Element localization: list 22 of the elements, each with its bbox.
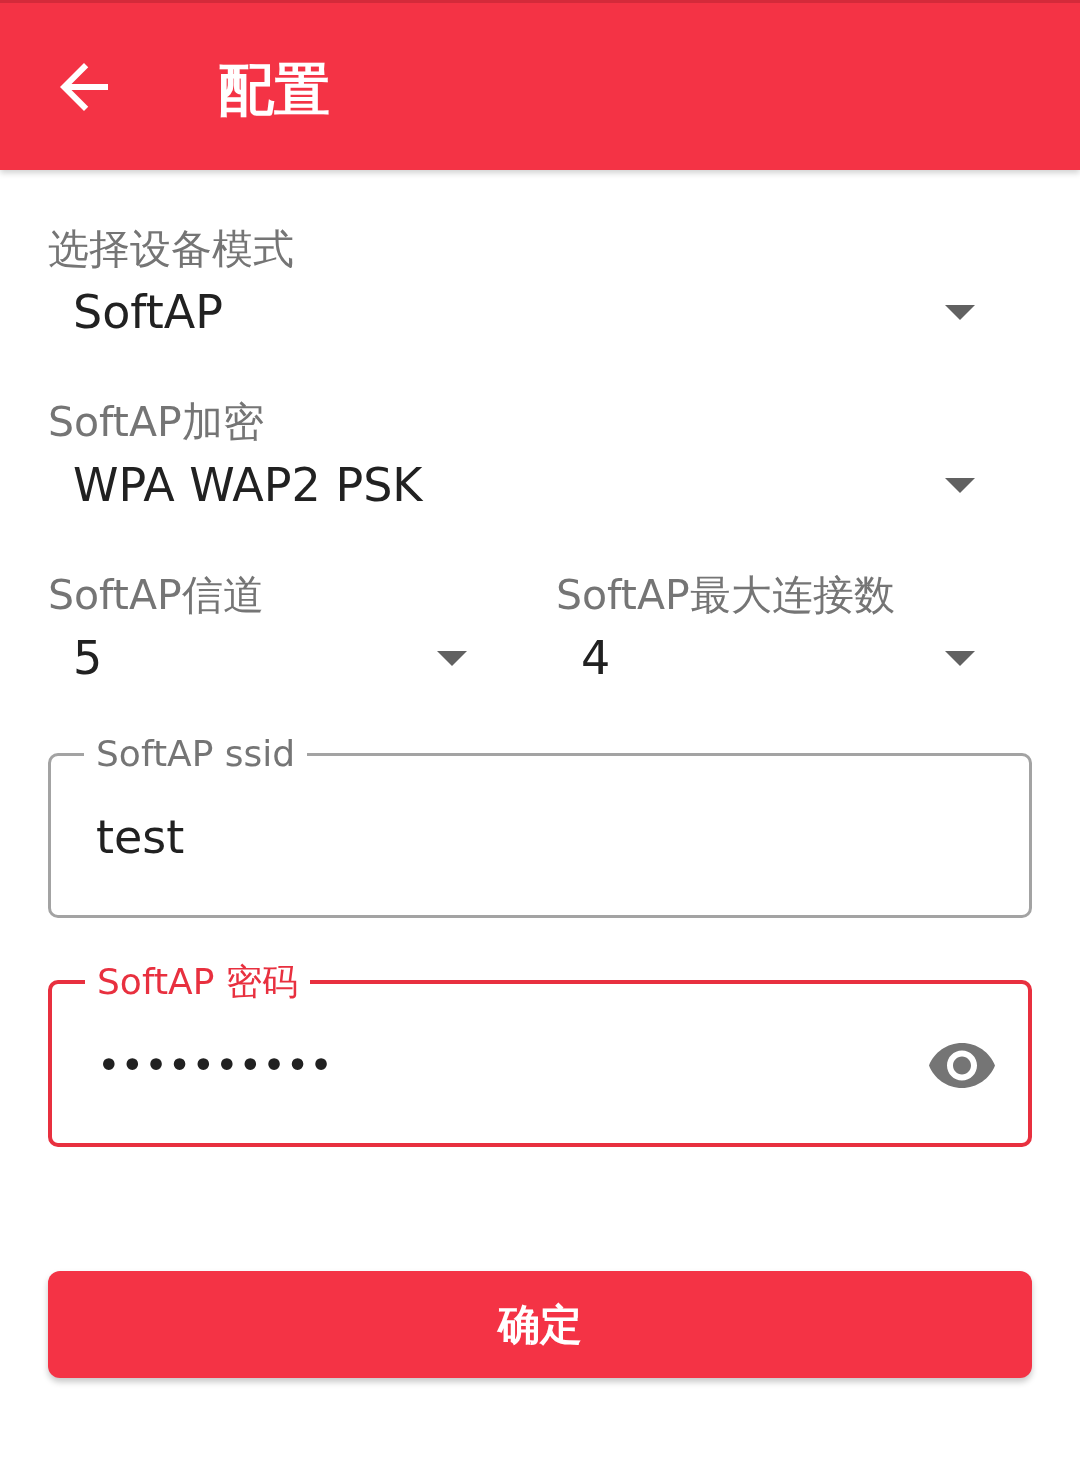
dropdown[interactable]: SoftAP — [48, 274, 1032, 350]
masked-password: •••••••••• — [97, 1042, 334, 1088]
caret-icon — [945, 650, 975, 666]
page-title: 配置 — [218, 55, 330, 123]
caret-icon — [945, 477, 975, 493]
caret-icon — [945, 304, 975, 320]
input-value: test — [96, 810, 186, 864]
dropdown[interactable]: 4 — [556, 620, 1032, 696]
dropdown-label: SoftAP加密 — [48, 397, 264, 447]
dropdown-label: SoftAP信道 — [48, 570, 264, 620]
floating-label: SoftAP ssid — [95, 736, 297, 772]
password-field[interactable]: SoftAP 密码 •••••••••• — [48, 964, 1032, 1147]
back-arrow-icon[interactable] — [60, 62, 108, 111]
text-input-field[interactable]: SoftAP ssid test — [48, 736, 1032, 918]
caret-icon — [437, 650, 467, 666]
dropdown[interactable]: 5 — [48, 620, 524, 696]
dropdown-label: 选择设备模式 — [48, 224, 294, 274]
eye-icon[interactable] — [929, 1042, 995, 1088]
confirm-button[interactable]: 确定 — [48, 1271, 1032, 1378]
dropdown-label: SoftAP最大连接数 — [556, 570, 895, 620]
floating-label: SoftAP 密码 — [96, 964, 299, 1000]
dropdown[interactable]: WPA WAP2 PSK — [48, 447, 1032, 523]
